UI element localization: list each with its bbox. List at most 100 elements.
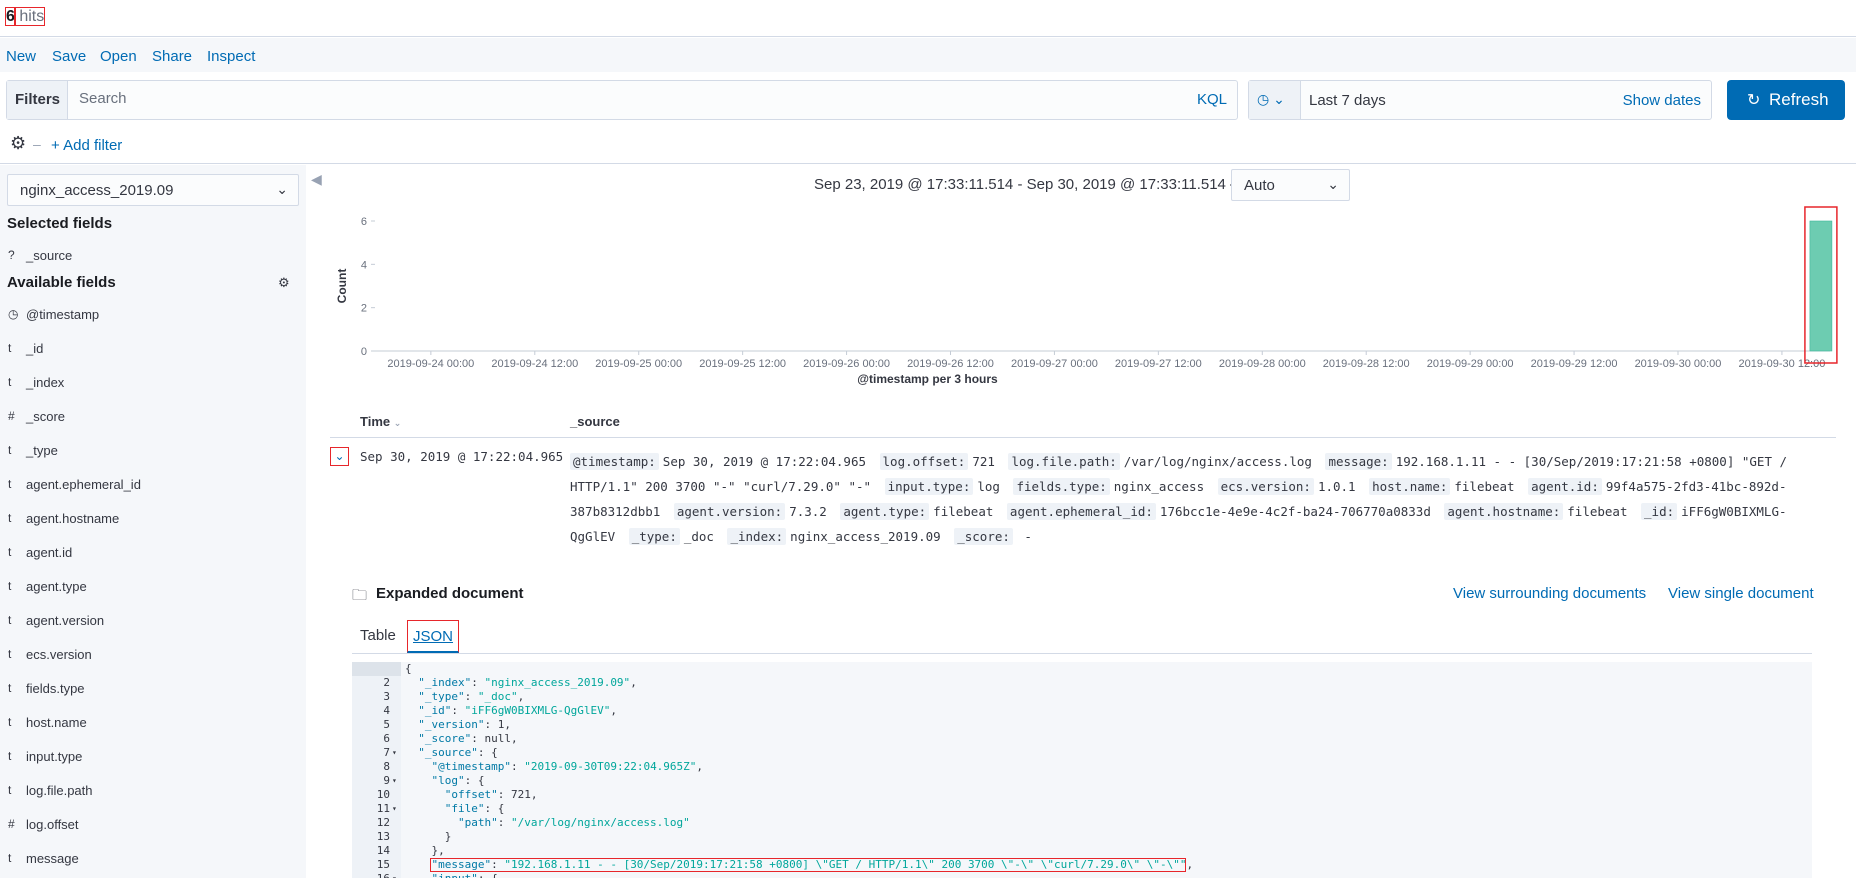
add-filter-button[interactable]: + Add filter xyxy=(51,137,122,154)
fold-icon[interactable]: ▾ xyxy=(392,874,397,878)
field-name: @timestamp xyxy=(26,307,100,322)
hits-bar: 6 hits xyxy=(0,0,1856,37)
available-field-item[interactable]: ◷ @timestamp xyxy=(0,301,300,329)
tab-json[interactable]: JSON xyxy=(407,620,460,653)
line-number: 7 xyxy=(383,746,390,759)
fold-icon[interactable]: ▾ xyxy=(392,748,397,757)
sort-icon[interactable]: ⌄ xyxy=(394,418,402,428)
expand-row-toggle[interactable]: ⌄ xyxy=(330,447,349,466)
json-value: { xyxy=(497,802,505,815)
expanded-document-title: Expanded document xyxy=(376,585,524,602)
field-type-icon: t xyxy=(8,715,12,729)
refresh-button[interactable]: ↻ Refresh xyxy=(1727,80,1845,120)
source-key: _id: xyxy=(1641,503,1678,520)
json-value: { xyxy=(491,872,498,878)
field-name: agent.id xyxy=(26,545,73,560)
fold-icon[interactable]: ▾ xyxy=(392,804,397,813)
open-button[interactable]: Open xyxy=(100,48,137,65)
hits-number: 6 xyxy=(5,7,16,26)
available-field-item[interactable]: t agent.id xyxy=(0,539,300,567)
field-name: agent.type xyxy=(26,579,87,594)
json-key: "path" xyxy=(457,816,498,829)
row-timestamp: Sep 30, 2019 @ 17:22:04.965 xyxy=(360,449,564,464)
save-button[interactable]: Save xyxy=(52,48,86,65)
available-field-item[interactable]: t _index xyxy=(0,369,300,397)
interval-select[interactable]: Auto ⌄ xyxy=(1231,169,1350,201)
x-tick-label: 2019-09-27 00:00 xyxy=(1011,358,1098,370)
available-field-item[interactable]: t agent.ephemeral_id xyxy=(0,471,300,499)
field-type-icon: t xyxy=(8,545,12,559)
field-name: _source xyxy=(26,248,73,263)
gear-icon[interactable]: ⚙ xyxy=(278,275,290,291)
query-bar: Filters KQL xyxy=(6,80,1238,120)
available-field-item[interactable]: t host.name xyxy=(0,709,300,737)
new-button[interactable]: New xyxy=(6,48,36,65)
json-value: 1 xyxy=(497,718,505,731)
line-number: 9 xyxy=(383,774,390,787)
available-field-item[interactable]: t agent.hostname xyxy=(0,505,300,533)
json-value: "_doc" xyxy=(477,690,518,703)
available-field-item[interactable]: # log.offset xyxy=(0,811,300,839)
source-key: @timestamp: xyxy=(570,453,659,470)
kql-toggle[interactable]: KQL xyxy=(1197,91,1227,108)
json-key: "_type" xyxy=(418,690,465,703)
view-single-link[interactable]: View single document xyxy=(1668,585,1814,602)
source-key: _score: xyxy=(954,528,1013,545)
available-field-item[interactable]: t input.type xyxy=(0,743,300,771)
histogram-chart: 0 2 4 6 Count 2019-09-24 00:00 2019-09-24 12:0… xyxy=(335,206,1838,386)
field-name: _index xyxy=(26,375,65,390)
share-button[interactable]: Share xyxy=(152,48,192,65)
json-editor[interactable]: 1▾234567▾89▾1011▾1213141516▾ { "_index":… xyxy=(352,662,1812,878)
sidebar: nginx_access_2019.09 ⌄ Selected fields ?… xyxy=(0,165,306,878)
x-tick-label: 2019-09-30 12:00 xyxy=(1739,358,1826,370)
field-type-icon: t xyxy=(8,579,12,593)
selected-field-item[interactable]: ? _source xyxy=(0,242,300,270)
collapse-sidebar-icon[interactable]: ◀ xyxy=(311,171,322,188)
source-column-header: _source xyxy=(570,414,620,429)
y-tick-label: 6 xyxy=(361,216,367,228)
available-field-item[interactable]: t _id xyxy=(0,335,300,363)
available-field-item[interactable]: # _score xyxy=(0,403,300,431)
json-key: "log" xyxy=(431,774,465,787)
filters-button[interactable]: Filters xyxy=(7,81,68,119)
available-field-item[interactable]: t log.file.path xyxy=(0,777,300,805)
field-name: log.offset xyxy=(26,817,79,832)
field-type-icon: ? xyxy=(8,248,15,262)
inspect-button[interactable]: Inspect xyxy=(207,48,255,65)
view-surrounding-link[interactable]: View surrounding documents xyxy=(1453,585,1646,602)
code-line: "_type": "_doc", xyxy=(418,690,525,703)
clock-icon: ◷ xyxy=(1257,91,1270,107)
available-field-item[interactable]: t message xyxy=(0,845,300,873)
fold-icon[interactable]: ▾ xyxy=(392,776,397,785)
field-name: _score xyxy=(26,409,66,424)
code-line: "file": { xyxy=(444,802,505,815)
search-input[interactable] xyxy=(79,90,879,107)
time-range-label[interactable]: Last 7 days xyxy=(1309,92,1386,109)
available-field-item[interactable]: t agent.version xyxy=(0,607,300,635)
available-field-item[interactable]: t agent.type xyxy=(0,573,300,601)
index-pattern-select[interactable]: nginx_access_2019.09 ⌄ xyxy=(7,174,299,206)
time-column-header[interactable]: Time ⌄ xyxy=(360,414,401,429)
available-field-item[interactable]: t fields.type xyxy=(0,675,300,703)
source-value: 721 xyxy=(972,454,995,469)
code-line: "offset": 721, xyxy=(444,788,538,801)
message-highlight xyxy=(430,858,1186,872)
code-line: }, xyxy=(405,844,445,857)
field-type-icon: t xyxy=(8,613,12,627)
source-value: Sep 30, 2019 @ 17:22:04.965 xyxy=(662,454,866,469)
show-dates-button[interactable]: Show dates xyxy=(1623,92,1701,109)
field-type-icon: t xyxy=(8,341,12,355)
source-value: nginx_access_2019.09 xyxy=(790,529,941,544)
code-line: "_index": "nginx_access_2019.09", xyxy=(418,676,637,689)
tab-table[interactable]: Table xyxy=(360,627,396,644)
available-field-item[interactable]: t _type xyxy=(0,437,300,465)
code-line: "path": "/var/log/nginx/access.log" xyxy=(457,816,690,829)
divider: – xyxy=(33,136,41,152)
quick-menu-button[interactable]: ◷ ⌄ xyxy=(1249,81,1301,119)
gear-icon[interactable]: ⚙ xyxy=(10,133,26,154)
time-picker: ◷ ⌄ Last 7 days Show dates xyxy=(1248,80,1712,120)
source-key: agent.ephemeral_id: xyxy=(1006,503,1156,520)
available-field-item[interactable]: t ecs.version xyxy=(0,641,300,669)
folder-open-icon: 🗀 xyxy=(352,587,368,604)
field-type-icon: t xyxy=(8,647,12,661)
